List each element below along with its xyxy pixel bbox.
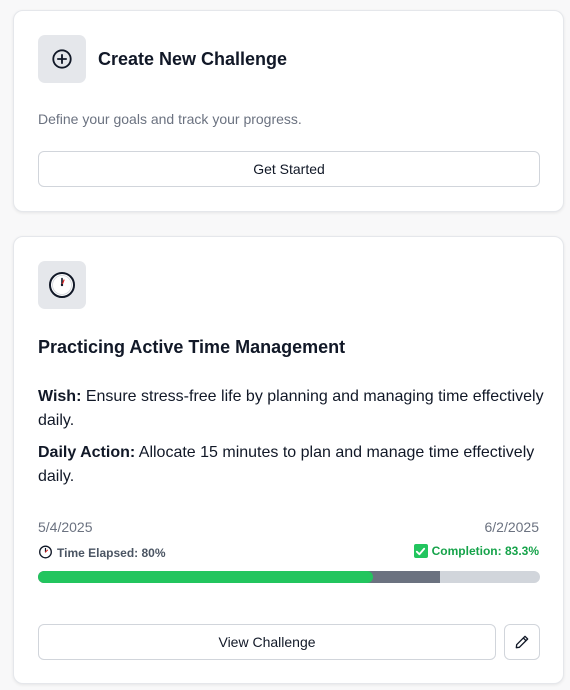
time-elapsed-label: Time Elapsed: 80% (57, 546, 166, 560)
end-date: 6/2/2025 (484, 519, 540, 535)
wish-label: Wish: (38, 388, 82, 405)
time-elapsed-stat: Time Elapsed: 80% (38, 544, 166, 562)
get-started-button[interactable]: Get Started (38, 151, 540, 187)
completion-stat: Completion: 83.3% (413, 544, 539, 558)
wish-text: Wish: Ensure stress-free life by plannin… (38, 385, 546, 433)
edit-challenge-button[interactable] (504, 624, 540, 660)
stopwatch-icon (38, 544, 53, 562)
create-challenge-card: Create New Challenge Define your goals a… (13, 10, 564, 212)
daily-action-text: Daily Action: Allocate 15 minutes to pla… (38, 441, 546, 489)
challenge-card: Practicing Active Time Management Wish: … (13, 236, 564, 684)
create-challenge-title: Create New Challenge (98, 49, 288, 69)
completion-fill (38, 571, 373, 583)
create-challenge-description: Define your goals and track your progres… (38, 111, 302, 127)
pencil-icon (514, 634, 530, 650)
check-icon (413, 544, 428, 558)
view-challenge-button[interactable]: View Challenge (38, 624, 496, 660)
completion-label: Completion: 83.3% (431, 544, 539, 558)
start-date: 5/4/2025 (38, 519, 93, 535)
plus-circle-icon (38, 35, 86, 83)
challenge-title: Practicing Active Time Management (38, 337, 346, 357)
progress-bar (38, 571, 540, 583)
daily-action-label: Daily Action: (38, 444, 136, 461)
wish-value: Ensure stress-free life by planning and … (38, 388, 544, 429)
clock-icon (38, 261, 86, 309)
